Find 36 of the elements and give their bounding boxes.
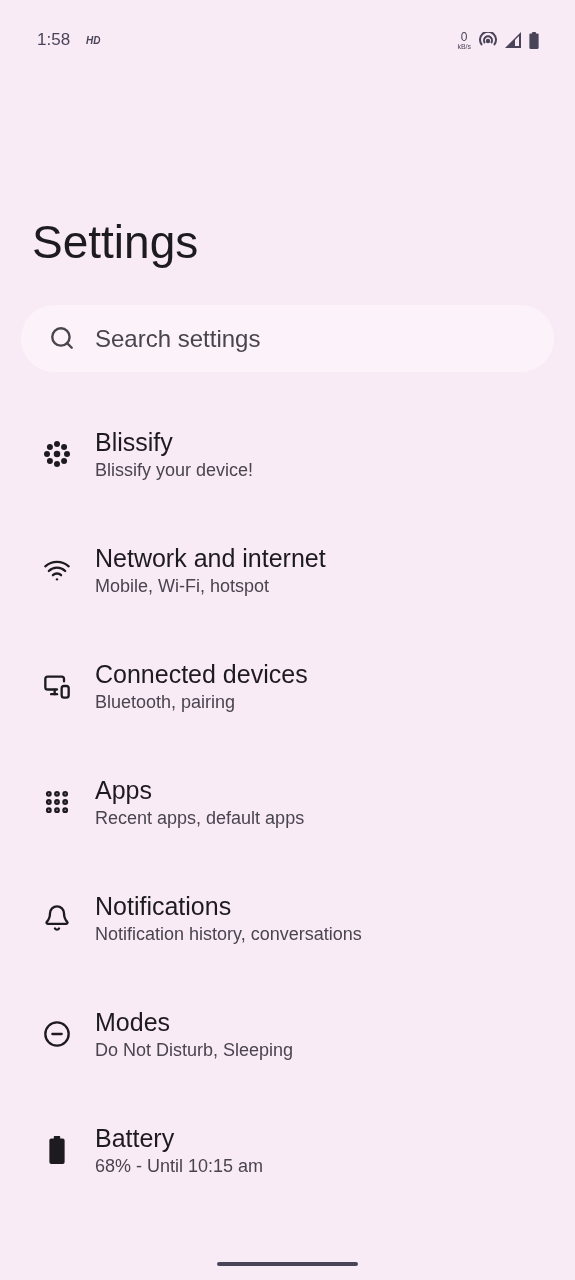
apps-grid-icon: [43, 788, 71, 816]
clock-time: 1:58: [37, 29, 71, 52]
item-title: Connected devices: [95, 659, 308, 690]
hd-indicator: HD: [86, 33, 101, 48]
item-title: Network and internet: [95, 543, 326, 574]
settings-item[interactable]: Connected devices Bluetooth, pairing: [0, 628, 575, 744]
hotspot-icon: [479, 32, 497, 48]
battery-icon: [48, 1136, 66, 1164]
minus-circle-icon: [43, 1020, 71, 1048]
item-subtitle: Bluetooth, pairing: [95, 691, 237, 714]
item-subtitle: Mobile, Wi-Fi, hotspot: [95, 575, 271, 598]
item-title: Notifications: [95, 891, 233, 922]
settings-item[interactable]: Apps Recent apps, default apps: [0, 744, 575, 860]
search-field[interactable]: Search settings: [21, 305, 554, 372]
item-title: Modes: [95, 1007, 172, 1038]
settings-item[interactable]: Blissify Blissify your device!: [0, 396, 575, 512]
item-subtitle: Notification history, conversations: [95, 923, 362, 946]
item-title: Blissify: [95, 427, 174, 458]
item-title: Battery: [95, 1123, 176, 1154]
item-subtitle: Recent apps, default apps: [95, 807, 305, 830]
item-subtitle: Do Not Disturb, Sleeping: [95, 1039, 294, 1062]
home-indicator[interactable]: [217, 1262, 358, 1266]
item-title: Apps: [95, 775, 153, 806]
page-title: Settings: [32, 215, 200, 270]
battery-status-icon: [529, 31, 539, 49]
settings-item[interactable]: Network and internet Mobile, Wi-Fi, hotspot: [0, 512, 575, 628]
settings-item[interactable]: Notifications Notification history, conversations: [0, 860, 575, 976]
item-subtitle: 68% - Until 10:15 am: [95, 1155, 264, 1178]
signal-icon: [505, 32, 521, 48]
bell-icon: [43, 904, 71, 932]
settings-item[interactable]: Battery 68% - Until 10:15 am: [0, 1092, 575, 1208]
flower-icon: [42, 439, 72, 469]
network-speed: 0: [460, 30, 468, 43]
settings-item[interactable]: Modes Do Not Disturb, Sleeping: [0, 976, 575, 1092]
search-icon: [49, 325, 75, 351]
item-subtitle: Blissify your device!: [95, 459, 254, 482]
